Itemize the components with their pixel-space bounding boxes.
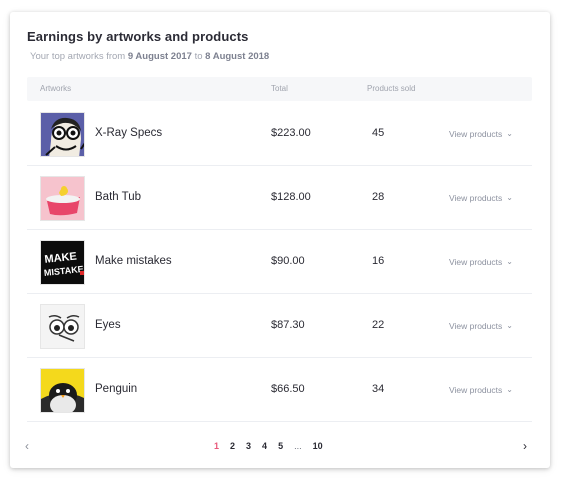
view-products-link[interactable]: View products ⌄ <box>449 129 513 139</box>
page-1[interactable]: 1 <box>214 441 219 451</box>
view-products-label: View products <box>449 193 503 203</box>
view-products-link[interactable]: View products ⌄ <box>449 257 513 267</box>
earnings-card: Earnings by artworks and products Your t… <box>10 12 550 468</box>
page-list: 1 2 3 4 5 ... 10 <box>214 441 334 451</box>
artwork-thumbnail-xray-specs <box>40 112 85 157</box>
artwork-products-sold: 45 <box>372 127 385 139</box>
artwork-products-sold: 34 <box>372 383 385 395</box>
chevron-right-icon[interactable]: › <box>523 439 527 453</box>
artwork-total: $90.00 <box>271 255 305 267</box>
subtitle-mid: to <box>194 51 203 62</box>
page-3[interactable]: 3 <box>246 441 251 451</box>
page-ellipsis: ... <box>294 441 302 451</box>
table-header: Artworks Total Products sold <box>27 77 532 101</box>
chevron-down-icon: ⌄ <box>506 321 513 330</box>
column-header-products-sold: Products sold <box>367 84 416 93</box>
table-row: MAKE MISTAKES Make mistakes $90.00 16 Vi… <box>27 230 532 294</box>
chevron-left-icon[interactable]: ‹ <box>25 439 29 453</box>
pagination: ‹ 1 2 3 4 5 ... 10 › <box>10 434 550 458</box>
column-header-total: Total <box>271 84 288 93</box>
artwork-total: $87.30 <box>271 319 305 331</box>
view-products-link[interactable]: View products ⌄ <box>449 321 513 331</box>
chevron-down-icon: ⌄ <box>506 257 513 266</box>
chevron-down-icon: ⌄ <box>506 129 513 138</box>
view-products-label: View products <box>449 257 503 267</box>
artwork-thumbnail-eyes <box>40 304 85 349</box>
artwork-name: Bath Tub <box>95 191 142 203</box>
view-products-label: View products <box>449 129 503 139</box>
artwork-name: Eyes <box>95 319 121 331</box>
table-row: Penguin $66.50 34 View products ⌄ <box>27 358 532 422</box>
chevron-down-icon: ⌄ <box>506 385 513 394</box>
table-row: Bath Tub $128.00 28 View products ⌄ <box>27 166 532 230</box>
artwork-name: X-Ray Specs <box>95 127 163 139</box>
artwork-thumbnail-penguin <box>40 368 85 413</box>
artwork-products-sold: 16 <box>372 255 385 267</box>
artwork-name: Make mistakes <box>95 255 172 267</box>
page-5[interactable]: 5 <box>278 441 283 451</box>
artwork-total: $128.00 <box>271 191 311 203</box>
card-subtitle: Your top artworks from 9 August 2017 to … <box>30 51 269 62</box>
page-2[interactable]: 2 <box>230 441 235 451</box>
artwork-total: $223.00 <box>271 127 311 139</box>
chevron-down-icon: ⌄ <box>506 193 513 202</box>
card-title: Earnings by artworks and products <box>27 29 249 44</box>
table-row: Eyes $87.30 22 View products ⌄ <box>27 294 532 358</box>
date-to: 8 August 2018 <box>205 51 270 62</box>
artwork-thumbnail-bath-tub <box>40 176 85 221</box>
subtitle-prefix: Your top artworks from <box>30 51 126 62</box>
page-10[interactable]: 10 <box>313 441 323 451</box>
view-products-label: View products <box>449 321 503 331</box>
artwork-products-sold: 22 <box>372 319 385 331</box>
table-row: X-Ray Specs $223.00 45 View products ⌄ <box>27 102 532 166</box>
page-4[interactable]: 4 <box>262 441 267 451</box>
artwork-thumbnail-make-mistakes: MAKE MISTAKES <box>40 240 85 285</box>
artwork-name: Penguin <box>95 383 138 395</box>
view-products-link[interactable]: View products ⌄ <box>449 193 513 203</box>
view-products-link[interactable]: View products ⌄ <box>449 385 513 395</box>
view-products-label: View products <box>449 385 503 395</box>
column-header-artworks: Artworks <box>40 84 72 93</box>
date-from: 9 August 2017 <box>127 51 192 62</box>
artwork-products-sold: 28 <box>372 191 385 203</box>
artwork-total: $66.50 <box>271 383 305 395</box>
